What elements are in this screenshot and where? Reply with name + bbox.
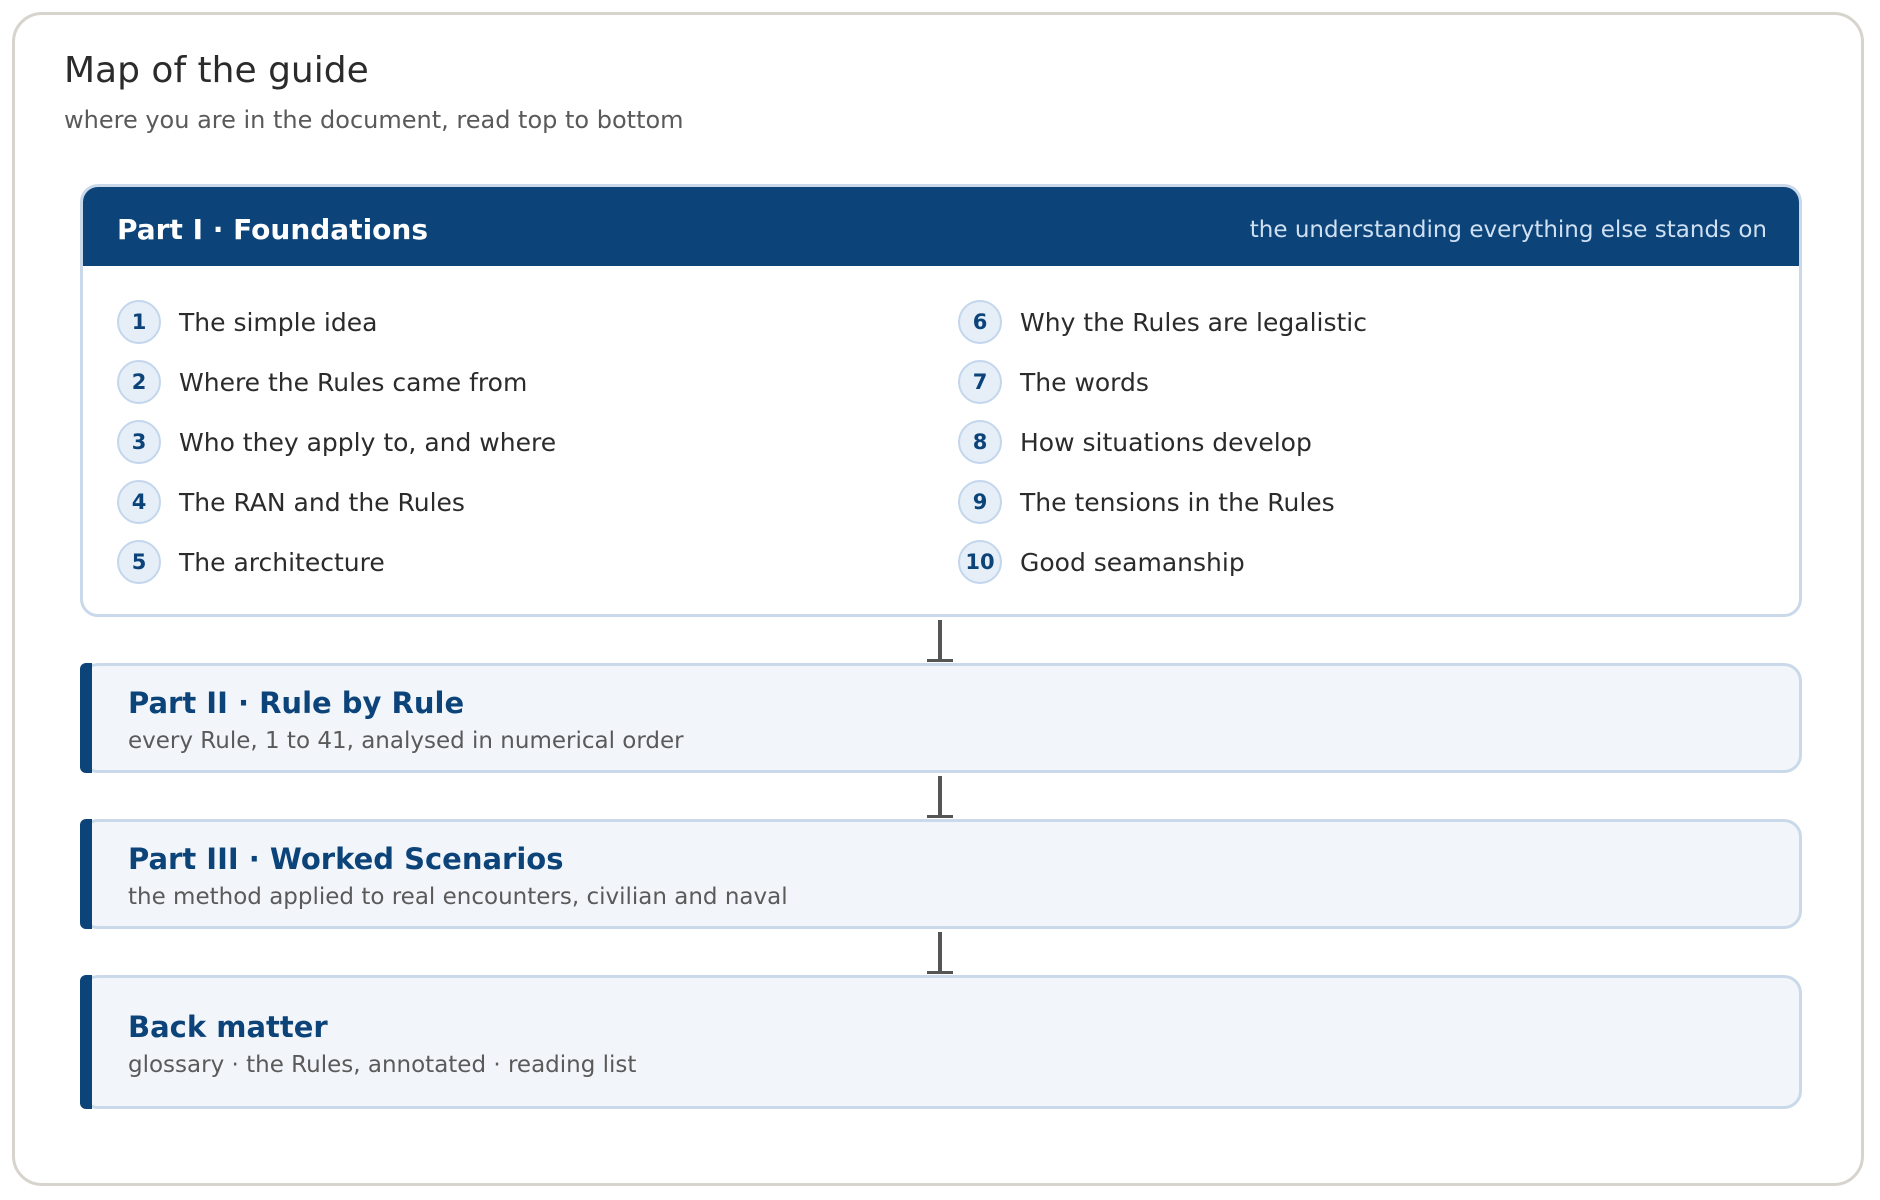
- chapter-label: Good seamanship: [1020, 547, 1245, 577]
- chapter-item[interactable]: 4 The RAN and the Rules: [117, 479, 465, 525]
- part-description: the method applied to real encounters, c…: [128, 884, 788, 910]
- chapter-number: 8: [958, 420, 1002, 464]
- chapter-number: 3: [117, 420, 161, 464]
- chapter-item[interactable]: 3 Who they apply to, and where: [117, 419, 556, 465]
- part-1-tagline: the understanding everything else stands…: [1249, 217, 1767, 243]
- chapter-number: 9: [958, 480, 1002, 524]
- page-subtitle: where you are in the document, read top …: [64, 106, 684, 134]
- accent-bar: [80, 819, 92, 929]
- chapter-number: 2: [117, 360, 161, 404]
- chapter-item[interactable]: 1 The simple idea: [117, 299, 377, 345]
- chapter-label: Who they apply to, and where: [179, 427, 557, 457]
- flow-connector: [927, 620, 953, 662]
- chapter-label: How situations develop: [1020, 427, 1312, 457]
- chapter-number: 7: [958, 360, 1002, 404]
- chapter-number: 4: [117, 480, 161, 524]
- part-1-title: Part I · Foundations: [117, 213, 429, 246]
- accent-bar: [80, 975, 92, 1109]
- chapter-item[interactable]: 8 How situations develop: [958, 419, 1312, 465]
- chapter-item[interactable]: 10 Good seamanship: [958, 539, 1245, 585]
- part-title: Part III · Worked Scenarios: [128, 842, 564, 876]
- chapter-label: The RAN and the Rules: [179, 487, 465, 517]
- accent-bar: [80, 663, 92, 773]
- part-2-rule-by-rule[interactable]: Part II · Rule by Rule every Rule, 1 to …: [80, 663, 1802, 773]
- chapter-label: Why the Rules are legalistic: [1020, 307, 1367, 337]
- part-1-foundations: Part I · Foundations the understanding e…: [80, 184, 1802, 617]
- flow-connector: [927, 932, 953, 974]
- part-description: every Rule, 1 to 41, analysed in numeric…: [128, 728, 684, 754]
- flow-connector: [927, 776, 953, 818]
- chapter-number: 1: [117, 300, 161, 344]
- chapter-item[interactable]: 5 The architecture: [117, 539, 385, 585]
- chapter-label: The architecture: [179, 547, 385, 577]
- back-matter[interactable]: Back matter glossary · the Rules, annota…: [80, 975, 1802, 1109]
- part-description: glossary · the Rules, annotated · readin…: [128, 1052, 637, 1078]
- chapter-label: The simple idea: [179, 307, 378, 337]
- chapter-label: The tensions in the Rules: [1020, 487, 1335, 517]
- chapter-label: Where the Rules came from: [179, 367, 528, 397]
- chapter-item[interactable]: 9 The tensions in the Rules: [958, 479, 1335, 525]
- chapter-item[interactable]: 7 The words: [958, 359, 1149, 405]
- part-title: Back matter: [128, 1010, 328, 1044]
- chapter-label: The words: [1020, 367, 1149, 397]
- part-3-worked-scenarios[interactable]: Part III · Worked Scenarios the method a…: [80, 819, 1802, 929]
- chapter-number: 10: [958, 540, 1002, 584]
- chapter-item[interactable]: 6 Why the Rules are legalistic: [958, 299, 1367, 345]
- part-title: Part II · Rule by Rule: [128, 686, 465, 720]
- page-title: Map of the guide: [64, 50, 369, 91]
- chapter-number: 5: [117, 540, 161, 584]
- chapter-item[interactable]: 2 Where the Rules came from: [117, 359, 527, 405]
- part-1-header: Part I · Foundations the understanding e…: [83, 187, 1799, 266]
- chapter-number: 6: [958, 300, 1002, 344]
